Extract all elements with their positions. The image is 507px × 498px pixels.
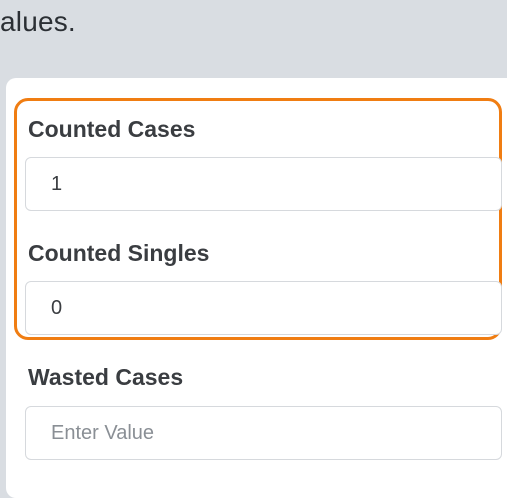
instruction-text: alues. xyxy=(0,6,76,37)
wasted-cases-input[interactable] xyxy=(25,406,502,460)
counted-cases-label: Counted Cases xyxy=(28,116,196,142)
counted-cases-input[interactable] xyxy=(25,157,502,211)
counted-singles-label: Counted Singles xyxy=(28,240,210,266)
counted-singles-input[interactable] xyxy=(25,281,502,335)
wasted-cases-label: Wasted Cases xyxy=(28,364,184,390)
